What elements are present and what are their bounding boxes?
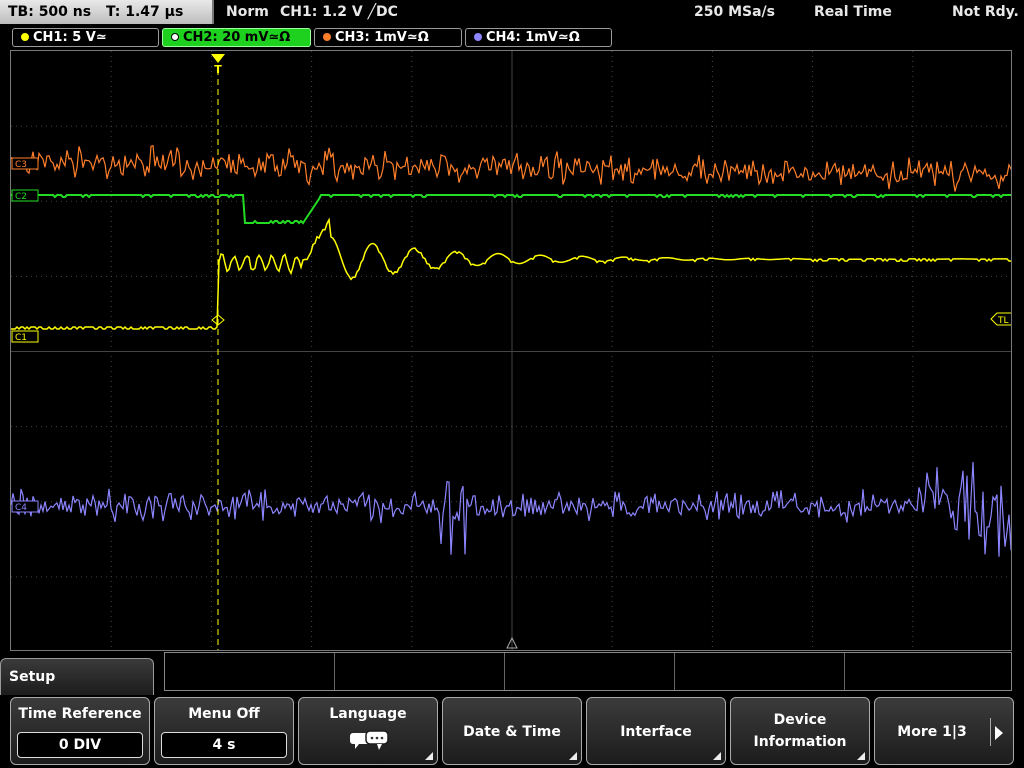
waveform-display[interactable]: T C3 C2 C1 C4 TL bbox=[10, 50, 1012, 651]
submenu-corner-icon bbox=[857, 752, 865, 760]
softkey-label: Interface bbox=[620, 724, 692, 740]
channel-tabs: CH1: 5 V≃ CH2: 20 mV≃Ω CH3: 1mV≃Ω CH4: 1… bbox=[0, 26, 1024, 48]
channel-tab-ch3[interactable]: CH3: 1mV≃Ω bbox=[314, 28, 462, 47]
readout-cell bbox=[675, 653, 845, 690]
acquisition-mode: Real Time bbox=[814, 4, 892, 20]
ch1-marker-label: C1 bbox=[15, 333, 27, 343]
timebase-readout: TB: 500 ns bbox=[8, 4, 92, 20]
trigger-position-marker[interactable]: T bbox=[211, 54, 225, 76]
trigger-time-readout: T: 1.47 µs bbox=[105, 4, 184, 20]
device-information-button[interactable]: Device Information bbox=[730, 697, 870, 765]
softkey-separator bbox=[990, 718, 991, 746]
channel-tab-label: CH4: 1mV≃Ω bbox=[486, 30, 580, 45]
sample-rate: 250 MSa/s bbox=[694, 4, 776, 20]
readout-cell bbox=[335, 653, 505, 690]
more-menu-button[interactable]: More 1|3 bbox=[874, 697, 1014, 765]
menu-off-value: 4 s bbox=[161, 732, 287, 758]
trigger-mode[interactable]: Norm bbox=[226, 0, 269, 24]
ch4-marker-label: C4 bbox=[15, 503, 27, 513]
acquisition-state: Not Rdy. bbox=[952, 4, 1019, 20]
language-button[interactable]: Language bbox=[298, 697, 438, 765]
softkey-label: More 1|3 bbox=[897, 724, 967, 740]
channel-tab-label: CH2: 20 mV≃Ω bbox=[183, 30, 291, 45]
trigger-level-marker[interactable]: TL bbox=[990, 312, 1012, 326]
ch2-dot-icon bbox=[171, 33, 179, 41]
softkey-label: Device bbox=[773, 712, 827, 728]
next-page-arrow-icon bbox=[995, 726, 1003, 740]
submenu-corner-icon bbox=[713, 752, 721, 760]
time-reference-value: 0 DIV bbox=[17, 732, 143, 758]
channel-tab-label: CH3: 1mV≃Ω bbox=[335, 30, 429, 45]
interface-button[interactable]: Interface bbox=[586, 697, 726, 765]
submenu-corner-icon bbox=[425, 752, 433, 760]
timebase-box[interactable]: TB: 500 ns T: 1.47 µs bbox=[0, 0, 214, 24]
measurement-readout-area bbox=[164, 652, 1012, 691]
softkey-label: Time Reference bbox=[18, 706, 142, 722]
graticule bbox=[11, 51, 1011, 650]
channel-tab-label: CH1: 5 V≃ bbox=[33, 30, 107, 45]
softkey-label: Menu Off bbox=[188, 706, 260, 722]
channel-tab-ch2[interactable]: CH2: 20 mV≃Ω bbox=[162, 28, 311, 47]
status-bar: TB: 500 ns T: 1.47 µs Norm CH1: 1.2 V ╱D… bbox=[0, 0, 1024, 26]
ch1-dot-icon bbox=[21, 33, 29, 41]
ch3-marker-label: C3 bbox=[15, 160, 27, 170]
submenu-corner-icon bbox=[569, 752, 577, 760]
ch4-dot-icon bbox=[474, 33, 482, 41]
readout-cell bbox=[505, 653, 675, 690]
trigger-marker-label: T bbox=[214, 63, 222, 76]
date-time-button[interactable]: Date & Time bbox=[442, 697, 582, 765]
ch1-offset-marker[interactable]: C1 bbox=[11, 330, 39, 343]
ch2-marker-label: C2 bbox=[15, 192, 27, 202]
softkey-label: Date & Time bbox=[463, 724, 561, 740]
menu-off-button[interactable]: Menu Off 4 s bbox=[154, 697, 294, 765]
time-reference-button[interactable]: Time Reference 0 DIV bbox=[10, 697, 150, 765]
ch4-offset-marker[interactable]: C4 bbox=[11, 500, 39, 513]
speech-bubbles-icon bbox=[350, 730, 389, 750]
softkey-label-line2: Information bbox=[753, 734, 847, 750]
softkey-label: Language bbox=[329, 706, 407, 722]
trigger-source[interactable]: CH1: 1.2 V ╱DC bbox=[280, 0, 398, 24]
channel-tab-ch4[interactable]: CH4: 1mV≃Ω bbox=[465, 28, 612, 47]
readout-cell bbox=[165, 653, 335, 690]
menu-title: Setup bbox=[9, 669, 56, 685]
channel-tab-ch1[interactable]: CH1: 5 V≃ bbox=[12, 28, 159, 47]
menu-title-tab: Setup bbox=[0, 658, 154, 698]
ch3-offset-marker[interactable]: C3 bbox=[11, 157, 39, 170]
ch2-offset-marker[interactable]: C2 bbox=[11, 189, 39, 202]
trigger-level-label: TL bbox=[997, 316, 1009, 326]
softkey-bar: Time Reference 0 DIV Menu Off 4 s Langua… bbox=[0, 695, 1024, 768]
ch3-dot-icon bbox=[323, 33, 331, 41]
